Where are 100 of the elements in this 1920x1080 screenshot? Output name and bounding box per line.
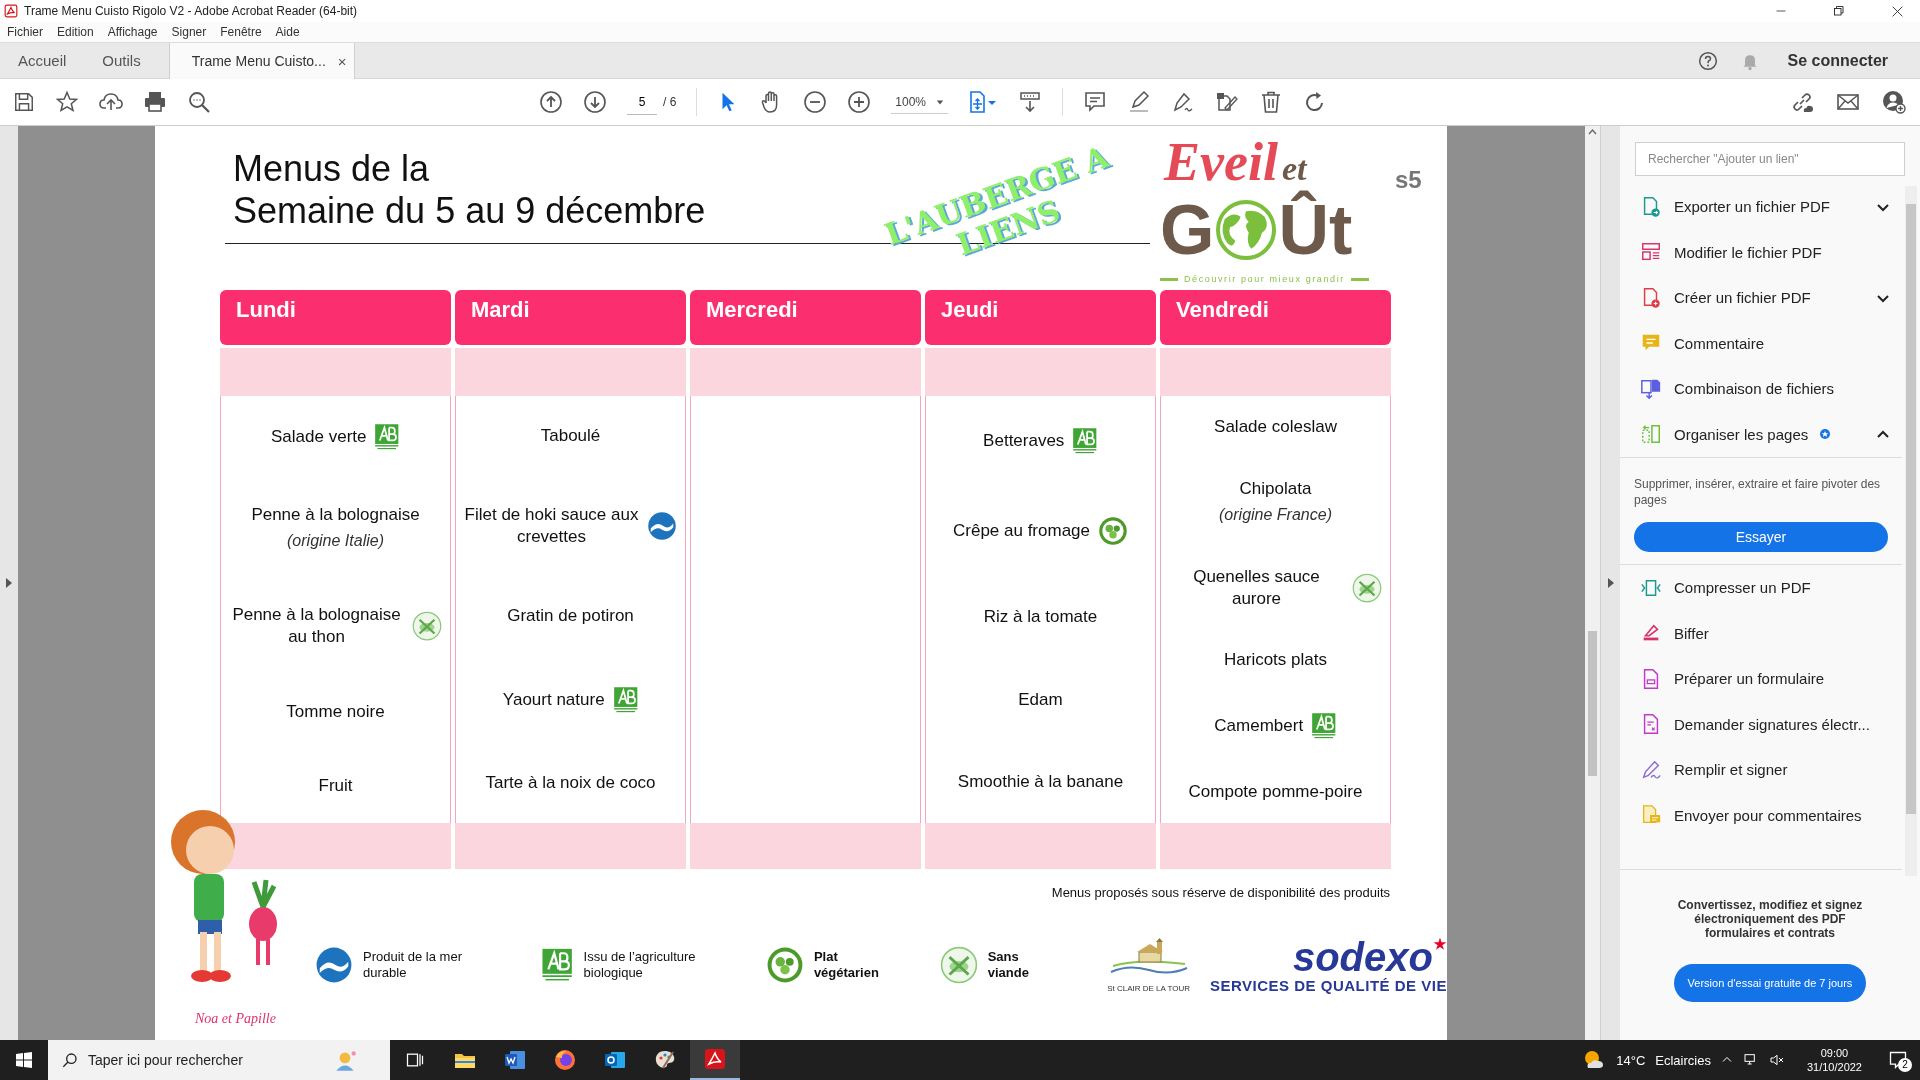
add-user-icon[interactable] (1882, 90, 1906, 114)
no-meat-icon (1352, 572, 1382, 603)
zoom-in-icon[interactable] (847, 90, 872, 114)
scroll-mode-icon[interactable] (1018, 90, 1043, 114)
nav-tab[interactable]: Outils (84, 43, 159, 78)
tool-item[interactable]: Demander signatures électr... (1620, 701, 1902, 747)
nav-tab[interactable]: Accueil (0, 43, 85, 78)
document-app-icon[interactable] (503, 1048, 527, 1072)
tool-item[interactable]: Compresser un PDF (1620, 565, 1902, 611)
tool-description: Supprimer, insérer, extraire et faire pivoter des pages (1634, 476, 1882, 508)
previous-page-icon[interactable] (539, 90, 563, 114)
menu-title: Semaine du 5 au 9 décembre (233, 190, 706, 232)
document-tab[interactable]: Trame Menu Cuisto... × (168, 43, 355, 79)
dish-name: Compote pomme-poire (1188, 781, 1363, 804)
tool-item[interactable]: Commentaire (1620, 320, 1902, 366)
scrollbar-thumb[interactable] (1906, 204, 1916, 814)
save-icon[interactable] (13, 91, 35, 113)
menu-title: Menus de la (233, 148, 430, 190)
no-meat-icon (939, 946, 978, 984)
star-icon[interactable] (55, 90, 79, 114)
menu-item[interactable]: Aide (275, 25, 300, 39)
tool-item[interactable]: Modifier le fichier PDF (1620, 229, 1902, 275)
wave-icon (647, 511, 677, 542)
free-trial-button[interactable]: Version d'essai gratuite de 7 jours (1673, 964, 1867, 1002)
no-meat-icon (412, 611, 442, 642)
dish-name: Quenelles sauce aurore (1192, 565, 1321, 610)
dish-name: Yaourt nature (502, 688, 605, 711)
sodexo-tagline: SERVICES DE QUALITÉ DE VIE (1210, 976, 1447, 994)
day-header: Vendredi (1160, 290, 1391, 345)
next-page-icon[interactable] (583, 90, 607, 114)
tool-item[interactable]: Organiser les pages (1620, 411, 1902, 457)
legend-label: Plat végétarien (813, 949, 880, 981)
tool-item[interactable]: Envoyer pour commentaires (1620, 792, 1902, 838)
notification-button[interactable]: 2 (1884, 1046, 1912, 1074)
edit-document-icon[interactable] (1215, 90, 1240, 114)
menu-item[interactable]: Signer (171, 25, 207, 39)
day-header: Jeudi (925, 290, 1156, 345)
scrollbar-thumb[interactable] (1588, 631, 1597, 776)
zoom-dropdown[interactable]: 100% (891, 90, 949, 114)
help-icon[interactable] (1697, 50, 1718, 71)
dish-origin: (origine France) (1219, 504, 1332, 525)
tool-item[interactable]: Exporter un fichier PDF (1620, 184, 1902, 230)
legend-label: Issu de l’agriculture biologique (583, 949, 697, 981)
browser-icon[interactable] (553, 1048, 577, 1072)
tool-item[interactable]: Remplir et signer (1620, 747, 1902, 793)
comment-icon[interactable] (1083, 90, 1108, 114)
zoom-out-icon[interactable] (803, 90, 828, 114)
dish-name: Salade verte (271, 426, 367, 449)
windows-icon[interactable] (16, 1052, 32, 1068)
sign-in-button[interactable]: Se connecter (1781, 50, 1894, 71)
window-title: Trame Menu Cuisto Rigolo V2 - Adobe Acrobat Reader (64-bit) (24, 4, 358, 18)
caret-icon[interactable] (936, 97, 945, 106)
vegetable-icon (1098, 516, 1128, 547)
dish-name: Tarte à la noix de coco (485, 772, 656, 795)
dish-origin: (origine Italie) (287, 531, 384, 552)
temperature: 14°C (1616, 1052, 1646, 1068)
menu-item[interactable]: Affichage (107, 25, 158, 39)
try-button[interactable]: Essayer (1634, 522, 1888, 552)
dish-name: Smoothie à la banane (957, 770, 1124, 793)
menu-item[interactable]: Fichier (7, 25, 43, 39)
restore-icon[interactable] (1833, 4, 1845, 17)
tool-item[interactable]: Biffer (1620, 610, 1902, 656)
taskbar-app[interactable] (690, 1040, 740, 1080)
logo-tagline: Découvrir pour mieux grandir (1184, 274, 1345, 284)
logo-script-text: Eveil (1164, 134, 1278, 190)
pdf-app-icon[interactable] (703, 1047, 727, 1071)
dish-name: Edam (1018, 688, 1063, 711)
vegetable-icon (765, 946, 804, 984)
menu-item[interactable]: Fenêtre (220, 25, 262, 39)
link-icon[interactable] (1790, 90, 1814, 114)
dish-name: Riz à la tomate (983, 606, 1098, 629)
dish-name: Betteraves (983, 430, 1065, 453)
wave-icon (315, 946, 353, 984)
tool-item[interactable]: Créer un fichier PDF (1620, 275, 1902, 321)
legend-label: Produit de la mer durable (363, 949, 463, 981)
taskbar-search-field[interactable]: Taper ici pour rechercher (48, 1040, 390, 1080)
logo-letters: Ût (1278, 190, 1353, 270)
week-code: s5 (1395, 166, 1422, 195)
tool-item[interactable]: Combinaison de fichiers (1620, 366, 1902, 412)
expand-left-icon[interactable] (5, 577, 13, 589)
close-icon[interactable] (1891, 4, 1904, 18)
close-tab-button[interactable]: × (337, 52, 347, 70)
organic-label-icon (612, 684, 639, 715)
tool-item[interactable]: Préparer un formulaire (1620, 656, 1902, 702)
clock-time[interactable]: 09:00 (1820, 1046, 1849, 1060)
clock-date[interactable]: 31/10/2022 (1806, 1060, 1862, 1074)
menu-item[interactable]: Edition (57, 25, 94, 39)
fit-page-icon[interactable] (968, 90, 999, 114)
sodexo-logo-text: sodexo (1292, 936, 1433, 977)
mascot-caption: Noa et Papille (195, 1011, 276, 1027)
dish-name: Chipolata (1239, 477, 1312, 500)
search-icon[interactable] (187, 90, 211, 114)
expand-right-icon[interactable] (1606, 577, 1615, 589)
print-icon[interactable] (143, 90, 167, 114)
dish-name: Penne à la bolognaise au thon (231, 604, 402, 649)
speaker-muted-icon[interactable] (1768, 1052, 1785, 1068)
dish-name: Salade coleslaw (1214, 415, 1337, 438)
highlighter-icon[interactable] (1127, 90, 1152, 114)
tool-search-field[interactable]: Rechercher "Ajouter un lien" (1635, 142, 1905, 176)
legend-label: Sans viande (987, 949, 1030, 981)
